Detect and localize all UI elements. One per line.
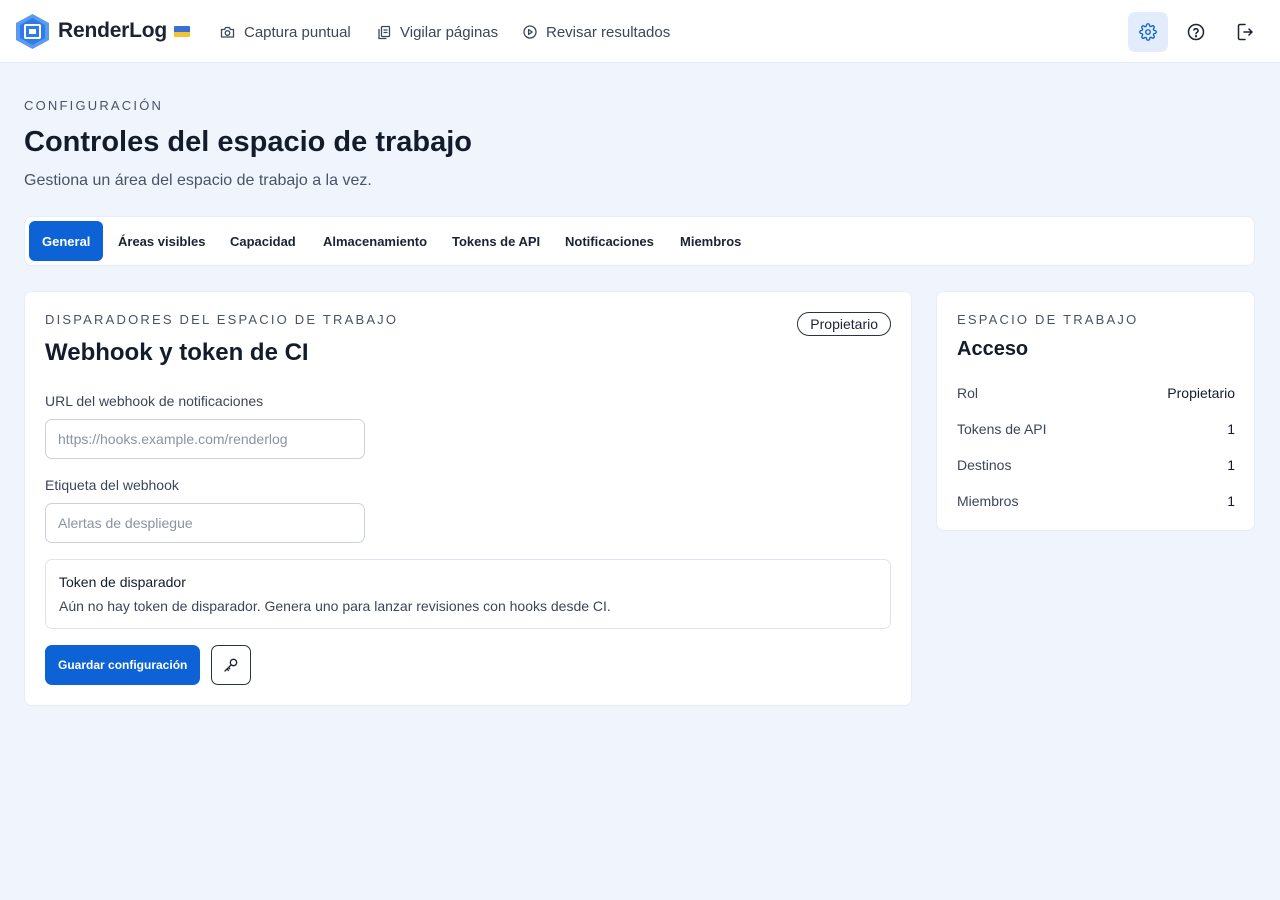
save-settings-button[interactable]: Guardar configuración — [45, 645, 201, 685]
stat-value: 1 — [1227, 493, 1235, 509]
stat-row-rol: Rol Propietario — [957, 383, 1235, 403]
stat-row-destinos: Destinos 1 — [957, 455, 1235, 475]
tab-areas-visibles[interactable]: Áreas visibles — [105, 221, 218, 261]
ukraine-flag-icon — [174, 26, 190, 37]
stat-label: Rol — [957, 385, 979, 401]
stat-label: Miembros — [957, 493, 1019, 509]
page-subtitle: Gestiona un área del espacio de trabajo … — [24, 172, 372, 189]
card-eyebrow: DISPARADORES DEL ESPACIO DE TRABAJO — [45, 312, 399, 327]
key-icon — [224, 658, 238, 672]
stat-value: 1 — [1227, 457, 1235, 473]
stat-row-tokens: Tokens de API 1 — [957, 419, 1235, 439]
copy-pages-icon — [378, 25, 391, 39]
role-badge: Propietario — [797, 312, 891, 336]
tab-tokens-de-api[interactable]: Tokens de API — [439, 221, 553, 261]
help-circle-icon — [1187, 23, 1205, 41]
trigger-token-title: Token de disparador — [59, 574, 186, 590]
page-eyebrow: CONFIGURACIÓN — [24, 98, 164, 113]
tab-almacenamiento[interactable]: Almacenamiento — [310, 221, 440, 261]
stat-value: 1 — [1227, 421, 1235, 437]
logout-icon — [1237, 23, 1253, 41]
page-title: Controles del espacio de trabajo — [24, 126, 472, 158]
tab-miembros[interactable]: Miembros — [667, 221, 754, 261]
top-navigation-bar: RenderLog Captura puntual Vigilar página… — [0, 0, 1280, 63]
webhook-settings-card: DISPARADORES DEL ESPACIO DE TRABAJO Webh… — [24, 291, 912, 706]
nav-item-label: Captura puntual — [244, 23, 351, 41]
webhook-url-input[interactable] — [45, 419, 365, 459]
stat-label: Destinos — [957, 457, 1012, 473]
play-circle-icon — [523, 25, 537, 39]
trigger-token-message: Aún no hay token de disparador. Genera u… — [59, 598, 611, 614]
workspace-access-card: ESPACIO DE TRABAJO Acceso Rol Propietari… — [936, 291, 1255, 531]
generate-token-button[interactable] — [211, 645, 251, 685]
card-title: Acceso — [957, 338, 1029, 360]
nav-item-captura-puntual[interactable]: Captura puntual — [220, 22, 351, 42]
webhook-label-input[interactable] — [45, 503, 365, 543]
nav-item-label: Revisar resultados — [546, 23, 671, 41]
stat-row-miembros: Miembros 1 — [957, 491, 1235, 511]
webhook-label-label: Etiqueta del webhook — [45, 477, 179, 493]
nav-item-label: Vigilar páginas — [400, 23, 499, 41]
settings-tabs: General Áreas visibles Capacidad Almacen… — [24, 216, 1255, 266]
camera-icon — [220, 26, 235, 38]
help-button[interactable] — [1176, 12, 1216, 52]
stat-value: Propietario — [1167, 385, 1235, 401]
webhook-url-label: URL del webhook de notificaciones — [45, 393, 264, 409]
logout-button[interactable] — [1225, 12, 1265, 52]
card-eyebrow: ESPACIO DE TRABAJO — [957, 312, 1139, 327]
tab-notificaciones[interactable]: Notificaciones — [552, 221, 667, 261]
trigger-token-panel: Token de disparador Aún no hay token de … — [45, 559, 891, 629]
brand-name[interactable]: RenderLog — [58, 19, 167, 43]
tab-capacidad[interactable]: Capacidad — [217, 221, 309, 261]
settings-button[interactable] — [1128, 12, 1168, 52]
stat-label: Tokens de API — [957, 421, 1047, 437]
gear-icon — [1139, 23, 1157, 41]
card-title: Webhook y token de CI — [45, 339, 309, 366]
nav-item-revisar-resultados[interactable]: Revisar resultados — [523, 22, 670, 42]
nav-item-vigilar-paginas[interactable]: Vigilar páginas — [377, 22, 498, 42]
renderlog-logo-icon[interactable] — [16, 14, 49, 49]
tab-general[interactable]: General — [29, 221, 104, 261]
